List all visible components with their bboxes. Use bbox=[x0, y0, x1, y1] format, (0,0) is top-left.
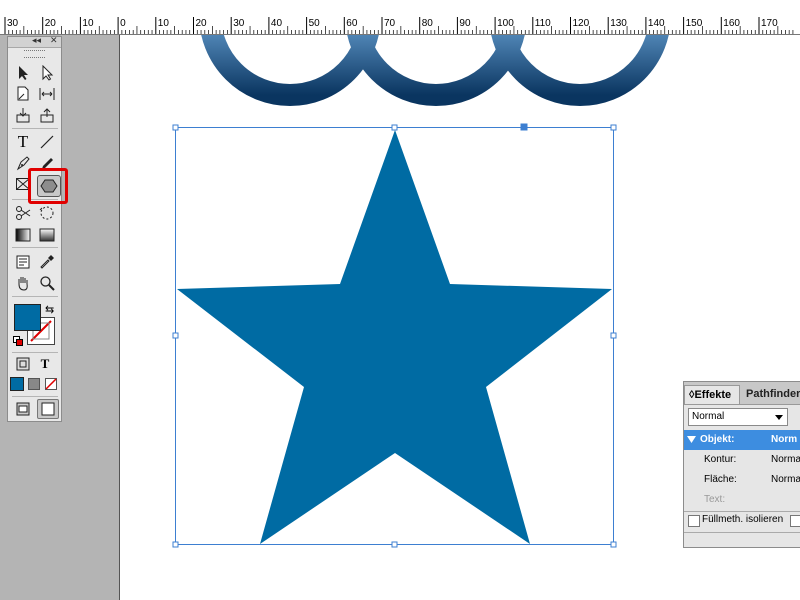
effects-row-label: Kontur: bbox=[704, 454, 737, 465]
ruler-label: 10 bbox=[158, 18, 170, 29]
content-collector-icon[interactable] bbox=[13, 106, 33, 124]
ruler-label: 170 bbox=[761, 18, 778, 29]
ruler-label: 90 bbox=[459, 18, 471, 29]
ruler-label: 70 bbox=[384, 18, 396, 29]
effects-row-text: Text: bbox=[684, 490, 800, 510]
ruler-label: 160 bbox=[723, 18, 740, 29]
effects-panel: ◊Effekte Pathfinder Normal Objekt: Norm … bbox=[683, 381, 800, 548]
tab-pathfinder-label: Pathfinder bbox=[746, 388, 800, 400]
horizontal-ruler[interactable]: 30 20 10 0 10 20 30 40 50 60 70 80 90 100 110 120 130 140… bbox=[0, 0, 800, 35]
ruler-label: 130 bbox=[610, 18, 627, 29]
effects-row-object[interactable]: Objekt: Norm bbox=[684, 430, 800, 450]
tab-pathfinder[interactable]: Pathfinder bbox=[742, 385, 800, 404]
formatting-affects-container-icon[interactable] bbox=[13, 355, 33, 373]
tab-effects[interactable]: ◊Effekte bbox=[684, 385, 740, 404]
effects-row-label: Objekt: bbox=[700, 434, 735, 445]
effects-row-label: Text: bbox=[704, 494, 726, 505]
polygon-tool-highlight bbox=[28, 168, 68, 204]
tools-panel-titlebar[interactable]: ◂◂ ✕ bbox=[8, 35, 61, 48]
gap-tool-icon[interactable] bbox=[37, 85, 57, 103]
note-tool-icon[interactable] bbox=[13, 253, 33, 271]
fill-stroke-control[interactable]: ⇆ bbox=[13, 303, 58, 347]
swap-fill-stroke-icon[interactable]: ⇆ bbox=[45, 303, 54, 316]
direct-selection-tool-icon[interactable] bbox=[37, 64, 57, 82]
gradient-feather-tool-icon[interactable] bbox=[37, 226, 57, 244]
effects-row-value: Norma bbox=[771, 474, 800, 485]
ruler-label: 60 bbox=[346, 18, 358, 29]
expand-triangle-icon[interactable] bbox=[687, 436, 696, 444]
zoom-tool-icon[interactable] bbox=[37, 274, 57, 292]
blend-mode-value: Normal bbox=[692, 411, 725, 422]
ruler-label: 80 bbox=[422, 18, 434, 29]
effects-row-label: Fläche: bbox=[704, 474, 737, 485]
tool-separator bbox=[12, 352, 58, 353]
effects-row-stroke[interactable]: Kontur: Norma bbox=[684, 450, 800, 470]
type-tool-icon[interactable]: T bbox=[13, 132, 33, 151]
isolate-blending-label: Füllmeth. isolieren bbox=[702, 514, 784, 525]
tool-separator bbox=[12, 396, 58, 397]
ruler-label: 40 bbox=[271, 18, 283, 29]
tool-separator bbox=[12, 296, 58, 297]
scissors-tool-icon[interactable] bbox=[13, 204, 33, 222]
isolate-blending-checkbox[interactable] bbox=[688, 515, 700, 527]
ruler-label: 150 bbox=[686, 18, 703, 29]
ruler-label: 110 bbox=[535, 18, 551, 29]
effects-footer-divider bbox=[684, 532, 800, 533]
apply-color-icon[interactable] bbox=[9, 375, 25, 393]
tab-effects-label: Effekte bbox=[694, 389, 732, 401]
effects-row-value: Norma bbox=[771, 454, 800, 465]
blend-mode-dropdown[interactable]: Normal bbox=[688, 408, 788, 426]
ruler-label: 100 bbox=[497, 18, 514, 29]
effects-row-value: Norm bbox=[771, 434, 798, 445]
selection-tool-icon[interactable] bbox=[13, 64, 33, 82]
apply-none-icon[interactable] bbox=[43, 375, 59, 393]
close-panel-icon[interactable]: ✕ bbox=[50, 35, 58, 46]
panel-grip[interactable] bbox=[24, 50, 45, 58]
tools-panel: ◂◂ ✕ T ⇆ T bbox=[7, 35, 62, 422]
gradient-swatch-tool-icon[interactable] bbox=[13, 226, 33, 244]
content-placer-icon[interactable] bbox=[37, 106, 57, 124]
star-shape[interactable] bbox=[177, 130, 612, 544]
tool-separator bbox=[12, 128, 58, 129]
ruler-label: 10 bbox=[82, 18, 94, 29]
ring-middle[interactable] bbox=[347, 35, 525, 106]
knockout-group-checkbox[interactable] bbox=[790, 515, 800, 527]
effects-row-fill[interactable]: Fläche: Norma bbox=[684, 470, 800, 490]
formatting-affects-text-icon[interactable]: T bbox=[35, 355, 55, 373]
ruler-ticks: 30 20 10 0 10 20 30 40 50 60 70 80 90 100 110 120 130 140… bbox=[4, 17, 794, 34]
ruler-label: 0 bbox=[120, 18, 126, 29]
ruler-label: 50 bbox=[309, 18, 321, 29]
ruler-label: 140 bbox=[648, 18, 665, 29]
hand-tool-icon[interactable] bbox=[13, 274, 33, 292]
ring-right[interactable] bbox=[491, 35, 669, 106]
tool-separator bbox=[12, 247, 58, 248]
default-fill-stroke-icon[interactable] bbox=[13, 336, 23, 346]
fill-swatch[interactable] bbox=[14, 304, 41, 331]
ruler-label: 120 bbox=[573, 18, 590, 29]
ring-left[interactable] bbox=[201, 35, 379, 106]
apply-gradient-icon[interactable] bbox=[26, 375, 42, 393]
ruler-label: 30 bbox=[233, 18, 245, 29]
free-transform-tool-icon[interactable] bbox=[37, 204, 57, 222]
effects-panel-tabs: ◊Effekte Pathfinder bbox=[684, 382, 800, 405]
preview-mode-icon[interactable] bbox=[37, 399, 59, 419]
chevron-down-icon bbox=[775, 415, 783, 420]
line-tool-icon[interactable] bbox=[37, 133, 57, 151]
ruler-label: 20 bbox=[196, 18, 208, 29]
normal-view-mode-icon[interactable] bbox=[13, 400, 33, 418]
effects-divider bbox=[684, 511, 800, 512]
eyedropper-tool-icon[interactable] bbox=[37, 253, 57, 271]
ruler-label: 30 bbox=[7, 18, 19, 29]
ruler-label: 20 bbox=[45, 18, 57, 29]
page-tool-icon[interactable] bbox=[13, 85, 33, 103]
collapse-panel-icon[interactable]: ◂◂ bbox=[32, 35, 41, 46]
